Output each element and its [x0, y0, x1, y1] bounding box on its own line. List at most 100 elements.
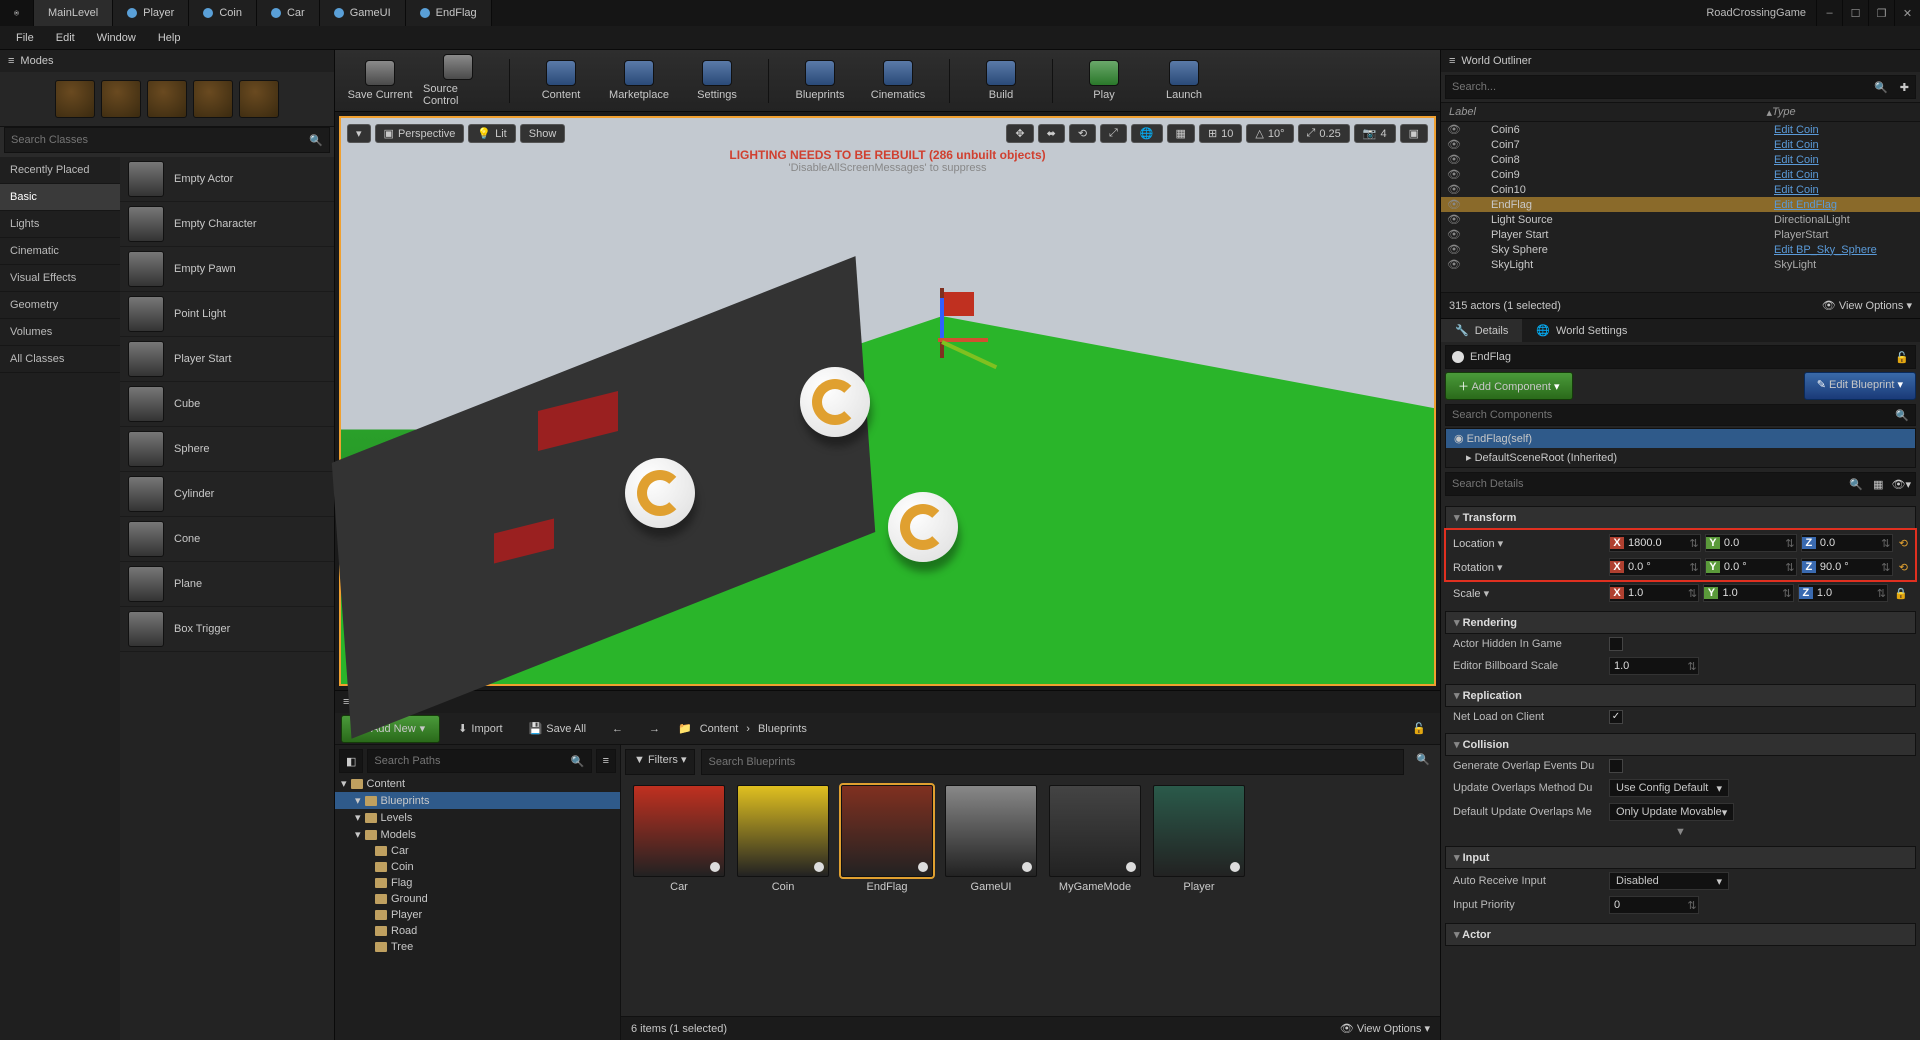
section-input[interactable]: Input — [1445, 846, 1916, 869]
cat-volumes[interactable]: Volumes — [0, 319, 120, 346]
show-button[interactable]: Show — [520, 124, 566, 143]
viewport-maximize-button[interactable]: ▣ — [1400, 124, 1428, 143]
eye-icon[interactable]: 👁 — [1447, 153, 1461, 166]
save-current-button[interactable]: Save Current — [345, 54, 415, 108]
transform-select-button[interactable]: ✥ — [1006, 124, 1033, 143]
actor-cube[interactable]: Cube — [120, 382, 334, 427]
asset-item[interactable]: EndFlag — [839, 785, 935, 1006]
tab-mainlevel[interactable]: MainLevel — [34, 0, 113, 26]
location-z-input[interactable] — [1816, 537, 1880, 549]
eye-icon[interactable]: 👁 — [1447, 183, 1461, 196]
actor-box-trigger[interactable]: Box Trigger — [120, 607, 334, 652]
tab-details[interactable]: 🔧Details — [1441, 319, 1522, 342]
eye-icon[interactable]: 👁 — [1447, 258, 1461, 271]
viewport-options-button[interactable]: ▾ — [347, 124, 371, 143]
content-browser-tab[interactable]: ≡ Content Browser — [335, 691, 1440, 713]
eye-icon[interactable]: 👁 — [1447, 123, 1461, 136]
section-rendering[interactable]: Rendering — [1445, 611, 1916, 634]
actor-empty-pawn[interactable]: Empty Pawn — [120, 247, 334, 292]
viewport[interactable]: ▾ ▣Perspective 💡Lit Show ✥ ⬌ ⟲ ⤢ 🌐 ▦ ⊞ 1… — [339, 116, 1436, 686]
surface-snap-button[interactable]: ▦ — [1167, 124, 1195, 143]
update-overlaps-combo[interactable]: Use Config Default▾ — [1609, 779, 1729, 797]
tab-car[interactable]: Car — [257, 0, 320, 26]
eye-icon[interactable]: 👁 — [1447, 243, 1461, 256]
grid-snap-toggle[interactable]: ⊞ 10 — [1199, 124, 1242, 143]
actor-cone[interactable]: Cone — [120, 517, 334, 562]
view-options-button[interactable]: 👁 View Options ▾ — [1340, 1022, 1430, 1035]
window-maximize-button[interactable]: ☐ — [1842, 0, 1868, 26]
section-transform[interactable]: Transform — [1445, 506, 1916, 529]
search-paths-input[interactable] — [368, 755, 564, 767]
play-button[interactable]: Play — [1069, 54, 1139, 108]
search-classes[interactable]: 🔍 — [4, 127, 330, 153]
content-button[interactable]: Content — [526, 54, 596, 108]
transform-move-button[interactable]: ⬌ — [1038, 124, 1065, 143]
tree-item[interactable]: Road — [335, 923, 620, 939]
foliage-mode-icon[interactable] — [193, 80, 233, 118]
rotation-x-input[interactable] — [1624, 561, 1688, 573]
outliner-row[interactable]: 👁Coin6Edit Coin — [1441, 122, 1920, 137]
angle-snap-toggle[interactable]: △ 10° — [1246, 124, 1293, 143]
tree-item[interactable]: Flag — [335, 875, 620, 891]
scale-snap-toggle[interactable]: ⤢ 0.25 — [1298, 124, 1350, 143]
outliner-row[interactable]: 👁Coin8Edit Coin — [1441, 152, 1920, 167]
camera-speed-button[interactable]: 📷 4 — [1354, 124, 1396, 143]
add-actor-button[interactable]: ✚ — [1894, 81, 1915, 94]
modes-panel-header[interactable]: ≡ Modes — [0, 50, 334, 72]
lock-icon[interactable]: 🔓 — [1895, 351, 1909, 364]
tab-coin[interactable]: Coin — [189, 0, 257, 26]
window-restore-button[interactable]: ❐ — [1868, 0, 1894, 26]
cat-cinematic[interactable]: Cinematic — [0, 238, 120, 265]
settings-button[interactable]: Settings — [682, 54, 752, 108]
section-replication[interactable]: Replication — [1445, 684, 1916, 707]
launch-button[interactable]: Launch — [1149, 54, 1219, 108]
asset-item[interactable]: MyGameMode — [1047, 785, 1143, 1006]
actor-hidden-checkbox[interactable] — [1609, 637, 1623, 651]
menu-help[interactable]: Help — [148, 28, 191, 48]
lock-button[interactable]: 🔓 — [1404, 718, 1434, 739]
reset-icon[interactable]: ⟲ — [1899, 537, 1908, 550]
overlap-events-checkbox[interactable] — [1609, 759, 1623, 773]
eye-icon[interactable]: 👁 — [1447, 168, 1461, 181]
cat-visual-effects[interactable]: Visual Effects — [0, 265, 120, 292]
view-options-button[interactable]: 👁 View Options ▾ — [1822, 299, 1912, 312]
history-back-button[interactable]: ← — [604, 719, 631, 739]
section-collision[interactable]: Collision — [1445, 733, 1916, 756]
tree-item[interactable]: Car — [335, 843, 620, 859]
actor-cylinder[interactable]: Cylinder — [120, 472, 334, 517]
tab-gameui[interactable]: GameUI — [320, 0, 406, 26]
actor-sphere[interactable]: Sphere — [120, 427, 334, 472]
window-close-button[interactable]: ✕ — [1894, 0, 1920, 26]
filters-button[interactable]: ▼ Filters ▾ — [625, 749, 695, 775]
outliner-row[interactable]: 👁EndFlagEdit EndFlag — [1441, 197, 1920, 212]
eye-icon[interactable]: 👁 — [1447, 228, 1461, 241]
collections-button[interactable]: ≡ — [596, 749, 616, 773]
search-details-input[interactable] — [1446, 478, 1843, 490]
reset-icon[interactable]: ⟲ — [1899, 561, 1908, 574]
actor-empty-character[interactable]: Empty Character — [120, 202, 334, 247]
scale-x-input[interactable] — [1624, 587, 1686, 599]
billboard-scale-input[interactable] — [1610, 660, 1686, 672]
tree-item[interactable]: Tree — [335, 939, 620, 955]
tree-item[interactable]: Ground — [335, 891, 620, 907]
scale-y-input[interactable] — [1718, 587, 1780, 599]
actor-player-start[interactable]: Player Start — [120, 337, 334, 382]
eye-icon[interactable]: 👁 — [1447, 138, 1461, 151]
auto-receive-input-combo[interactable]: Disabled▾ — [1609, 872, 1729, 890]
outliner-row[interactable]: 👁Player StartPlayerStart — [1441, 227, 1920, 242]
place-mode-icon[interactable] — [55, 80, 95, 118]
menu-file[interactable]: File — [6, 28, 44, 48]
asset-item[interactable]: Coin — [735, 785, 831, 1006]
transform-scale-button[interactable]: ⤢ — [1100, 124, 1127, 143]
brush-mode-icon[interactable] — [239, 80, 279, 118]
save-all-button[interactable]: 💾Save All — [521, 718, 594, 739]
actor-plane[interactable]: Plane — [120, 562, 334, 607]
asset-item[interactable]: GameUI — [943, 785, 1039, 1006]
eye-icon[interactable]: 👁 — [1447, 213, 1461, 226]
search-classes-input[interactable] — [5, 134, 303, 146]
tree-item[interactable]: ▾Levels — [335, 809, 620, 826]
source-control-button[interactable]: Source Control — [423, 54, 493, 108]
crumb-content[interactable]: Content — [700, 723, 739, 735]
expand-arrow-icon[interactable]: ▼ — [1445, 824, 1916, 840]
search-assets-input[interactable] — [701, 749, 1404, 775]
